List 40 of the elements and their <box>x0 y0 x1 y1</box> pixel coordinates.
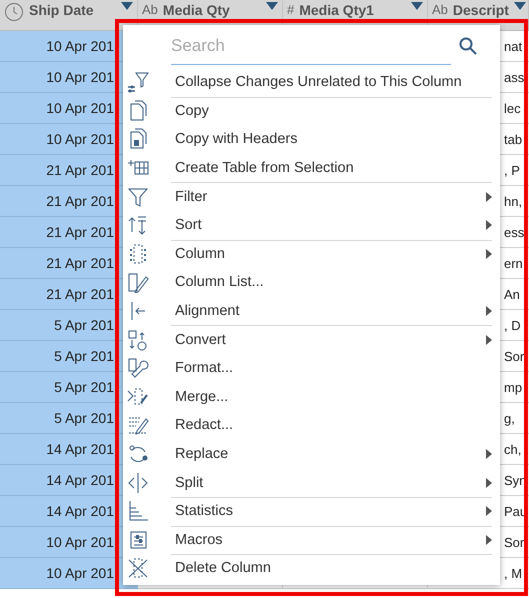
column-title: Descript <box>452 2 509 18</box>
table-cell-text: mp <box>503 378 524 397</box>
dropdown-icon[interactable] <box>266 2 278 10</box>
column-delete-icon <box>127 557 149 580</box>
table-cell-text: ch, <box>503 440 522 458</box>
wrench-icon <box>127 357 149 380</box>
dropdown-icon[interactable] <box>121 2 133 10</box>
type-label: Ab <box>142 2 158 17</box>
funnel-icon <box>127 186 149 208</box>
column-edit-icon <box>127 271 149 294</box>
table-cell-text: , P <box>503 162 521 180</box>
table-cell-text: tab <box>503 130 524 148</box>
sort-icon <box>127 214 149 236</box>
type-label: # <box>287 2 294 17</box>
table-cell-text: , M <box>503 564 524 582</box>
table-cell-text: nat <box>503 38 524 56</box>
table-cell-text: ass <box>503 68 526 86</box>
convert-icon <box>127 328 149 351</box>
column-title: Media Qty1 <box>299 2 374 18</box>
search-icon <box>459 37 477 55</box>
search-field[interactable]: Search <box>171 28 451 64</box>
type-label: Ab <box>432 2 448 17</box>
dropdown-icon[interactable] <box>411 2 423 10</box>
table-cell-text: Sor <box>503 534 526 552</box>
table-cell-text: An <box>503 286 521 304</box>
column-title: Ship Date <box>29 2 94 18</box>
table-cell-text: ern <box>503 254 524 272</box>
table-cell-text: , D <box>503 316 522 334</box>
clock-icon <box>4 2 24 22</box>
split-icon <box>127 472 149 494</box>
column-icon <box>127 242 149 265</box>
table-cell-text: hn, <box>503 192 524 210</box>
table-cell-text: Sor <box>503 348 526 366</box>
filter-sliders-icon <box>127 71 149 94</box>
dropdown-icon[interactable] <box>514 2 526 10</box>
chart-axis-icon <box>127 500 149 522</box>
table-cell-text: ess <box>503 224 526 242</box>
column-title: Media Qty <box>162 2 230 18</box>
table-cell-text: g, <box>503 410 516 428</box>
table-cell-text: lec <box>503 100 522 118</box>
